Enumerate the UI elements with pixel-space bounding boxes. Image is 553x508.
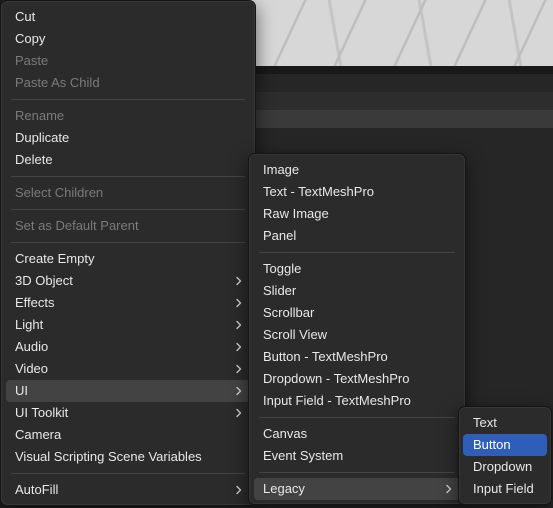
menu-item-cut[interactable]: Cut: [6, 6, 250, 28]
menu-item-label: Button - TextMeshPro: [263, 349, 388, 364]
menu-item-label: Cut: [15, 9, 36, 24]
menu-item-create-empty[interactable]: Create Empty: [6, 248, 250, 270]
menu-item-label: Duplicate: [15, 130, 70, 145]
menu-item-label: Camera: [15, 427, 62, 442]
menu-item-label: Slider: [263, 283, 297, 298]
menu-item-paste-as-child: Paste As Child: [6, 72, 250, 94]
menu-item-label: Video: [15, 361, 49, 376]
menu-separator: [259, 417, 455, 418]
menu-item-label: UI Toolkit: [15, 405, 69, 420]
menu-item-label: Text: [473, 415, 497, 430]
menu-item-label: Visual Scripting Scene Variables: [15, 449, 202, 464]
menu-item-label: Light: [15, 317, 44, 332]
menu-item-label: Button: [473, 437, 511, 452]
menu-item-label: Paste: [15, 53, 49, 68]
menu-item-label: Raw Image: [263, 206, 329, 221]
menu-item-label: Scrollbar: [263, 305, 315, 320]
menu-item-paste: Paste: [6, 50, 250, 72]
menu-separator: [259, 252, 455, 253]
menu-separator: [11, 176, 245, 177]
menu-item-input-field-textmeshpro[interactable]: Input Field - TextMeshPro: [254, 390, 460, 412]
menu-item-light[interactable]: Light: [6, 314, 250, 336]
menu-item-dropdown[interactable]: Dropdown: [463, 456, 547, 478]
menu-separator: [11, 99, 245, 100]
menu-item-label: Audio: [15, 339, 49, 354]
menu-item-label: Event System: [263, 448, 344, 463]
menu-item-effects[interactable]: Effects: [6, 292, 250, 314]
menu-item-label: Delete: [15, 152, 53, 167]
menu-item-autofill[interactable]: AutoFill: [6, 479, 250, 501]
menu-item-label: Dropdown: [473, 459, 533, 474]
chevron-right-icon: [234, 485, 244, 495]
menu-item-legacy[interactable]: Legacy: [254, 478, 460, 500]
chevron-right-icon: [234, 298, 244, 308]
menu-item-image[interactable]: Image: [254, 159, 460, 181]
chevron-right-icon: [444, 484, 454, 494]
menu-item-label: 3D Object: [15, 273, 73, 288]
menu-item-delete[interactable]: Delete: [6, 149, 250, 171]
menu-separator: [259, 472, 455, 473]
menu-item-label: Rename: [15, 108, 65, 123]
menu-item-text[interactable]: Text: [463, 412, 547, 434]
menu-item-visual-scripting-scene-variables[interactable]: Visual Scripting Scene Variables: [6, 446, 250, 468]
menu-item-label: Select Children: [15, 185, 104, 200]
menu-item-video[interactable]: Video: [6, 358, 250, 380]
menu-item-label: Copy: [15, 31, 46, 46]
menu-item-dropdown-textmeshpro[interactable]: Dropdown - TextMeshPro: [254, 368, 460, 390]
menu-item-set-as-default-parent: Set as Default Parent: [6, 215, 250, 237]
menu-item-label: Create Empty: [15, 251, 95, 266]
menu-item-label: Paste As Child: [15, 75, 100, 90]
context-menu: Cut Copy Paste Paste As Child Rename Duplicat…: [0, 0, 256, 506]
chevron-right-icon: [234, 320, 244, 330]
menu-item-label: Set as Default Parent: [15, 218, 139, 233]
menu-item-camera[interactable]: Camera: [6, 424, 250, 446]
menu-item-label: Input Field: [473, 481, 534, 496]
menu-item-input-field[interactable]: Input Field: [463, 478, 547, 500]
menu-item-slider[interactable]: Slider: [254, 280, 460, 302]
chevron-right-icon: [234, 276, 244, 286]
menu-item-scroll-view[interactable]: Scroll View: [254, 324, 460, 346]
menu-item-button-textmeshpro[interactable]: Button - TextMeshPro: [254, 346, 460, 368]
menu-item-text-textmeshpro[interactable]: Text - TextMeshPro: [254, 181, 460, 203]
menu-item-duplicate[interactable]: Duplicate: [6, 127, 250, 149]
menu-item-label: Legacy: [263, 481, 305, 496]
menu-item-label: Panel: [263, 228, 297, 243]
chevron-right-icon: [234, 408, 244, 418]
menu-separator: [11, 242, 245, 243]
menu-item-event-system[interactable]: Event System: [254, 445, 460, 467]
menu-item-label: Toggle: [263, 261, 302, 276]
menu-item-label: Scroll View: [263, 327, 328, 342]
menu-item-canvas[interactable]: Canvas: [254, 423, 460, 445]
menu-separator: [11, 473, 245, 474]
menu-item-button[interactable]: Button: [463, 434, 547, 456]
menu-item-label: AutoFill: [15, 482, 59, 497]
menu-item-audio[interactable]: Audio: [6, 336, 250, 358]
menu-item-label: Canvas: [263, 426, 308, 441]
menu-item-label: Image: [263, 162, 300, 177]
menu-item-toggle[interactable]: Toggle: [254, 258, 460, 280]
menu-item-3d-object[interactable]: 3D Object: [6, 270, 250, 292]
legacy-submenu: Text Button Dropdown Input Field: [458, 406, 552, 505]
menu-separator: [11, 209, 245, 210]
menu-item-label: Text - TextMeshPro: [263, 184, 375, 199]
ui-submenu: Image Text - TextMeshPro Raw Image Panel Tog…: [248, 153, 466, 505]
menu-item-ui[interactable]: UI: [6, 380, 250, 402]
menu-item-copy[interactable]: Copy: [6, 28, 250, 50]
menu-item-raw-image[interactable]: Raw Image: [254, 203, 460, 225]
menu-item-label: Input Field - TextMeshPro: [263, 393, 411, 408]
chevron-right-icon: [234, 386, 244, 396]
menu-item-select-children: Select Children: [6, 182, 250, 204]
menu-item-label: Dropdown - TextMeshPro: [263, 371, 410, 386]
menu-item-rename: Rename: [6, 105, 250, 127]
menu-item-label: UI: [15, 383, 28, 398]
menu-item-ui-toolkit[interactable]: UI Toolkit: [6, 402, 250, 424]
chevron-right-icon: [234, 364, 244, 374]
chevron-right-icon: [234, 342, 244, 352]
menu-item-label: Effects: [15, 295, 55, 310]
menu-item-scrollbar[interactable]: Scrollbar: [254, 302, 460, 324]
menu-item-panel[interactable]: Panel: [254, 225, 460, 247]
